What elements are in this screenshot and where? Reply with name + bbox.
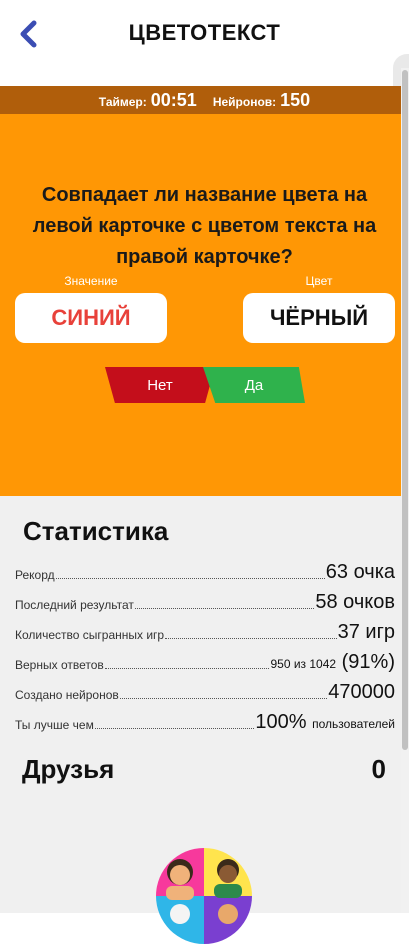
yes-button[interactable]: Да (203, 367, 305, 403)
dotted-leader (104, 668, 270, 669)
dotted-leader (119, 698, 328, 699)
status-bar: Таймер: 00:51 Нейронов: 150 (0, 86, 409, 114)
answer-buttons: Нет Да (105, 367, 305, 403)
stat-value: 100% пользователей (255, 711, 395, 734)
stat-value: 950 из 1042 (91%) (270, 651, 395, 674)
stat-label: Количество сыгранных игр (15, 628, 165, 642)
scrollbar-thumb[interactable] (402, 70, 408, 750)
statistics-title: Статистика (23, 516, 169, 546)
stat-row-better-than: Ты лучше чем 100% пользователей (15, 708, 395, 734)
neurons: Нейронов: 150 (213, 90, 310, 111)
stat-value: 470000 (328, 681, 395, 703)
stat-label: Последний результат (15, 598, 134, 612)
friends-label: Друзья (22, 754, 115, 784)
timer: Таймер: 00:51 (99, 90, 197, 111)
game-area: Совпадает ли название цвета на левой кар… (0, 114, 409, 496)
stat-label: Рекорд (15, 568, 55, 582)
dotted-leader (55, 578, 325, 579)
left-card-caption: Значение (64, 274, 118, 288)
question-text: Совпадает ли название цвета на левой кар… (32, 184, 377, 268)
stat-row-correct-answers: Верных ответов 950 из 1042 (91%) (15, 648, 395, 674)
stat-row-neurons-created: Создано нейронов 470000 (15, 678, 395, 704)
stat-value: 37 игр (337, 621, 395, 643)
people-illustration-icon (156, 848, 252, 944)
dotted-leader (94, 728, 255, 729)
stat-value-percent: (91%) (341, 651, 395, 673)
stat-row-games-played: Количество сыгранных игр 37 игр (15, 618, 395, 644)
friends-avatars-illustration (156, 848, 252, 944)
stat-row-last-result: Последний результат 58 очков (15, 588, 395, 614)
dotted-leader (165, 638, 337, 639)
stat-value-percent: 100% (255, 711, 307, 733)
stat-value-prefix: 950 из 1042 (270, 657, 337, 671)
dotted-leader (134, 608, 315, 609)
friends-count: 0 (371, 754, 386, 784)
neurons-label: Нейронов: (212, 94, 277, 109)
timer-value: 00:51 (150, 89, 197, 110)
stat-value: 63 очка (325, 561, 395, 583)
neurons-value: 150 (280, 89, 311, 110)
timer-label: Таймер: (98, 94, 147, 109)
page-title: ЦВЕТОТЕКСТ (128, 20, 281, 45)
left-card: СИНИЙ (15, 293, 167, 343)
stat-label: Верных ответов (15, 658, 104, 672)
stat-label: Ты лучше чем (15, 718, 94, 732)
app-header: ЦВЕТОТЕКСТ (0, 0, 409, 68)
stat-label: Создано нейронов (15, 688, 119, 702)
right-card-caption: Цвет (305, 274, 333, 288)
stat-value-suffix: пользователей (312, 717, 395, 731)
stat-row-record: Рекорд 63 очка (15, 558, 395, 584)
right-card: ЧЁРНЫЙ (243, 293, 395, 343)
no-button[interactable]: Нет (105, 367, 215, 403)
stat-value: 58 очков (315, 591, 395, 613)
